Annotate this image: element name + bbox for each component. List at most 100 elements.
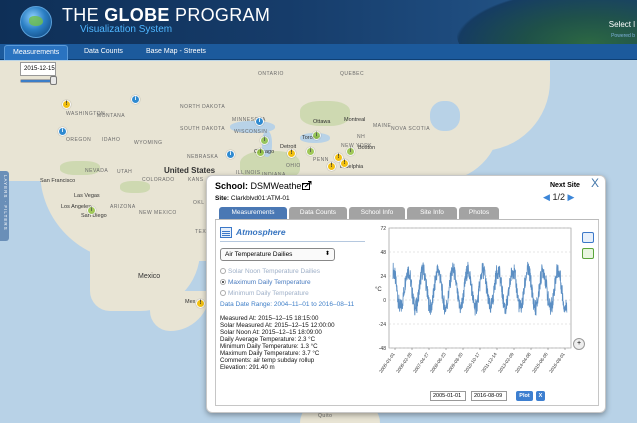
site-marker[interactable]: i (131, 95, 140, 104)
city-label: Las Vegas (74, 193, 100, 199)
globe-logo-icon[interactable] (20, 6, 52, 38)
map-label: WYOMING (134, 140, 163, 146)
date-slider-fill (21, 80, 50, 82)
table-view-icon[interactable] (582, 232, 594, 243)
site-marker[interactable]: i (58, 127, 67, 136)
chart-svg: 72 48 24 0 -24 -48 °C 2005-01-01 2006-02-28 2007-… (375, 226, 572, 374)
nav-tab-data-counts[interactable]: Data Counts (76, 45, 131, 60)
site-marker[interactable]: ! (196, 299, 205, 308)
x-tick-label: 2016-08-01 (548, 351, 566, 373)
close-popup-button[interactable]: X (591, 176, 599, 190)
export-icon[interactable] (302, 181, 312, 190)
section-divider (220, 241, 365, 242)
y-tick-label: 72 (380, 226, 386, 232)
country-label: United States (164, 166, 216, 175)
y-tick-label: 48 (380, 250, 386, 256)
map-label: QUEBEC (340, 71, 365, 77)
start-date-input[interactable]: 2005-01-01 (430, 391, 466, 401)
main-nav: Measurements Data Counts Base Map - Stre… (0, 44, 637, 60)
radio-max-daily[interactable]: Maximum Daily Temperature (220, 279, 311, 286)
site-marker[interactable]: i (306, 147, 315, 156)
powered-by-text: Powered b (611, 33, 635, 39)
city-label: Montreal (344, 117, 366, 123)
map-label: PENN (313, 157, 329, 163)
site-marker[interactable]: ! (327, 162, 336, 171)
layers-filters-tab[interactable]: LAYERS · FILTERS (0, 171, 9, 241)
site-marker[interactable]: ! (62, 100, 71, 109)
x-tick-label: 2005-01-01 (378, 351, 396, 373)
y-tick-label: 24 (380, 274, 386, 280)
city-label: Ottawa (313, 119, 331, 125)
popup-tab-measurements[interactable]: Measurements (219, 207, 287, 219)
detail-line: Measured At: 2015–12–15 18:15:00 (220, 315, 319, 322)
detail-line: Comments: air temp subday rollup (220, 357, 315, 364)
pager-text: 1/2 (552, 192, 565, 202)
radio-min-daily[interactable]: Minimum Daily Temperature (220, 290, 309, 297)
site-pager: ◀ 1/2 ▶ (543, 192, 574, 203)
section-title: Atmosphere (236, 227, 286, 237)
map-label: Quito (318, 413, 333, 419)
prev-site-icon[interactable]: ◀ (543, 192, 550, 202)
popup-tab-site-info[interactable]: Site Info (407, 207, 457, 219)
popup-tab-data-counts[interactable]: Data Counts (289, 207, 347, 219)
site-marker[interactable]: i (346, 147, 355, 156)
site-marker[interactable]: i (226, 150, 235, 159)
site-marker[interactable]: i (260, 136, 269, 145)
measurement-details: Measured At: 2015–12–15 18:15:00 Solar M… (220, 315, 335, 371)
map-label: WISCONSIN (234, 129, 268, 135)
site-marker[interactable]: i (87, 206, 96, 215)
date-input[interactable]: 2015-12-15 (20, 62, 56, 76)
detail-line: Solar Noon At: 2015–12–15 18:09:00 (220, 329, 322, 336)
x-tick-label: 2008-06-23 (429, 351, 447, 373)
clear-button[interactable]: X (536, 391, 545, 401)
temperature-chart: 72 48 24 0 -24 -48 °C 2005-01-01 2006-02-28 2007-… (371, 224, 581, 399)
nav-tab-measurements[interactable]: Measurements (4, 45, 69, 60)
map-label: SOUTH DAKOTA (180, 126, 226, 132)
eastern-canada-land (380, 61, 550, 151)
site-heading: Site: Clarkblvd01:ATM-01 (215, 195, 290, 202)
site-marker[interactable]: i (312, 131, 321, 140)
y-tick-label: 0 (383, 298, 386, 304)
detail-line: Daily Average Temperature: 2.3 °C (220, 336, 316, 343)
x-tick-label: 2006-02-28 (395, 351, 413, 373)
add-chart-icon[interactable] (582, 248, 594, 259)
map-label: NH (357, 134, 366, 140)
map-label: OHIO (286, 163, 301, 169)
detail-line: Maximum Daily Temperature: 3.7 °C (220, 350, 320, 357)
nav-tab-base-map[interactable]: Base Map - Streets (138, 45, 214, 60)
gulf-st-lawrence (430, 101, 460, 131)
map-label: NEVADA (85, 168, 109, 174)
plot-button[interactable]: Plot (516, 391, 533, 401)
map-label: WASHINGTON (66, 111, 106, 117)
map-label: NORTH DAKOTA (180, 104, 226, 110)
map-label: OKL (193, 200, 205, 206)
measurements-panel: Atmosphere Air Temperature Dailies ⬍ Sola… (215, 220, 599, 406)
next-site-label: Next Site (550, 182, 580, 189)
next-site-icon[interactable]: ▶ (567, 192, 574, 202)
select-arrows-icon: ⬍ (324, 251, 330, 257)
popup-tab-photos[interactable]: Photos (459, 207, 499, 219)
end-date-input[interactable]: 2016-08-09 (471, 391, 507, 401)
site-marker[interactable]: ! (287, 149, 296, 158)
site-marker[interactable]: ! (340, 159, 349, 168)
table-icon (220, 227, 232, 238)
radio-solar-noon[interactable]: Solar Noon Temperature Dailies (220, 268, 320, 275)
date-slider-handle[interactable] (50, 76, 57, 85)
x-tick-label: 2014-04-08 (514, 351, 532, 373)
y-tick-label: -24 (379, 322, 386, 328)
x-tick-label: 2011-12-14 (480, 351, 498, 373)
map-label: IDAHO (102, 137, 121, 143)
app-header: THE GLOBE PROGRAM Visualization System S… (0, 0, 637, 44)
dataset-select[interactable]: Air Temperature Dailies ⬍ (220, 248, 335, 261)
select-language-link[interactable]: Select l (609, 20, 635, 29)
school-heading: School: DSMWeather (215, 181, 305, 191)
city-label: San Francisco (40, 178, 76, 184)
central-america-land (150, 291, 210, 331)
site-marker[interactable]: i (256, 148, 265, 157)
country-label: Mexico (138, 273, 161, 280)
popup-tab-school-info[interactable]: School Info (349, 207, 405, 219)
zoom-icon[interactable]: + (573, 338, 585, 350)
map-label: UTAH (117, 169, 133, 175)
x-tick-label: 2010-10-17 (463, 351, 481, 373)
site-marker[interactable]: i (255, 117, 264, 126)
